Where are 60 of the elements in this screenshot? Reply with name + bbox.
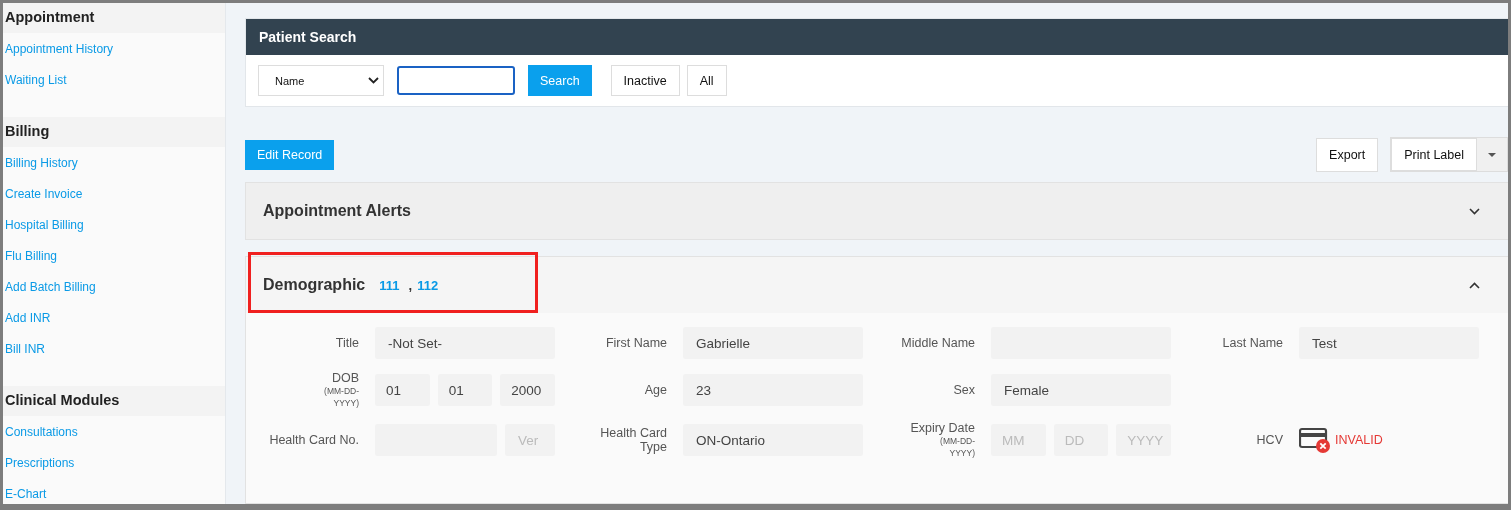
input-field[interactable]: 01	[375, 374, 430, 406]
input-field[interactable]: Female	[991, 374, 1171, 406]
input-field[interactable]: Gabrielle	[683, 327, 863, 359]
sidebar-link[interactable]: Bill INR	[3, 339, 225, 366]
input-field[interactable]: 2000	[500, 374, 555, 406]
status-text: INVALID	[1335, 433, 1383, 447]
input-field[interactable]: Test	[1299, 327, 1479, 359]
field-label: Health Card No.	[269, 433, 359, 447]
field-label: Last Name	[1222, 336, 1283, 350]
accordion-header[interactable]: Demographic 111 , 112	[246, 257, 1508, 313]
input-field[interactable]: -Not Set-	[375, 327, 555, 359]
format-hint: (MM-DD-YYYY)	[323, 385, 359, 409]
panel-title: Patient Search	[259, 29, 357, 45]
field-label: DOB	[331, 371, 359, 385]
search-field[interactable]	[397, 66, 515, 95]
input-field[interactable]: ON-Ontario	[683, 424, 863, 456]
sidebar-heading: Billing	[3, 117, 225, 147]
field-label: Health Card Type	[599, 426, 667, 454]
field-label: First Name	[605, 336, 667, 350]
sidebar-link[interactable]: Waiting List	[3, 70, 225, 97]
section-title: Demographic	[263, 276, 366, 294]
field-label: Age	[644, 383, 667, 397]
field-label: Title	[335, 336, 359, 350]
field-label: Middle Name	[901, 336, 975, 350]
caret-icon	[1488, 152, 1496, 157]
input-field[interactable]: 23	[683, 374, 863, 406]
print-label-button[interactable]: Print Label	[1391, 138, 1477, 171]
chevron-down-icon	[368, 77, 379, 84]
sidebar-link[interactable]: E-Chart	[3, 484, 225, 504]
field-label: Sex	[953, 383, 975, 397]
export-button[interactable]: Export	[1316, 137, 1379, 172]
sidebar-link[interactable]: Billing History	[3, 153, 225, 184]
format-hint: (MM-DD-YYYY)	[939, 435, 975, 459]
section-title: Appointment Alerts	[263, 202, 411, 220]
sidebar-link[interactable]: Flu Billing	[3, 246, 225, 277]
separator-text: ,	[408, 277, 413, 293]
chevron-up-icon	[1469, 281, 1480, 289]
sidebar-link[interactable]: Prescriptions	[3, 453, 225, 484]
sidebar-link[interactable]: Add Batch Billing	[3, 277, 225, 308]
sidebar-heading: Appointment	[3, 3, 225, 33]
filter-button[interactable]: All	[686, 65, 727, 96]
sidebar-link[interactable]: Consultations	[3, 422, 225, 453]
sidebar-link[interactable]: Hospital Billing	[3, 215, 225, 246]
field-label: HCV	[1256, 433, 1283, 447]
edit-record-button[interactable]: Edit Record	[245, 139, 335, 170]
record-link[interactable]: 111	[379, 277, 400, 293]
card-error-icon	[1299, 427, 1331, 453]
sidebar-link[interactable]: Create Invoice	[3, 184, 225, 215]
search-button[interactable]: Search	[528, 65, 592, 96]
field-label: Expiry Date	[910, 421, 975, 435]
sidebar-link[interactable]: Appointment History	[3, 39, 225, 70]
sidebar-link[interactable]: Add INR	[3, 308, 225, 339]
sidebar-heading: Clinical Modules	[3, 386, 225, 416]
accordion-header[interactable]: Appointment Alerts	[246, 183, 1508, 239]
search-type-select[interactable]: Name	[258, 65, 384, 96]
dropdown-button[interactable]	[1477, 138, 1507, 171]
chevron-down-icon	[1469, 207, 1480, 215]
filter-button[interactable]: Inactive	[610, 65, 680, 96]
input-field[interactable]: 01	[437, 374, 493, 406]
record-link[interactable]: 112	[417, 277, 439, 293]
